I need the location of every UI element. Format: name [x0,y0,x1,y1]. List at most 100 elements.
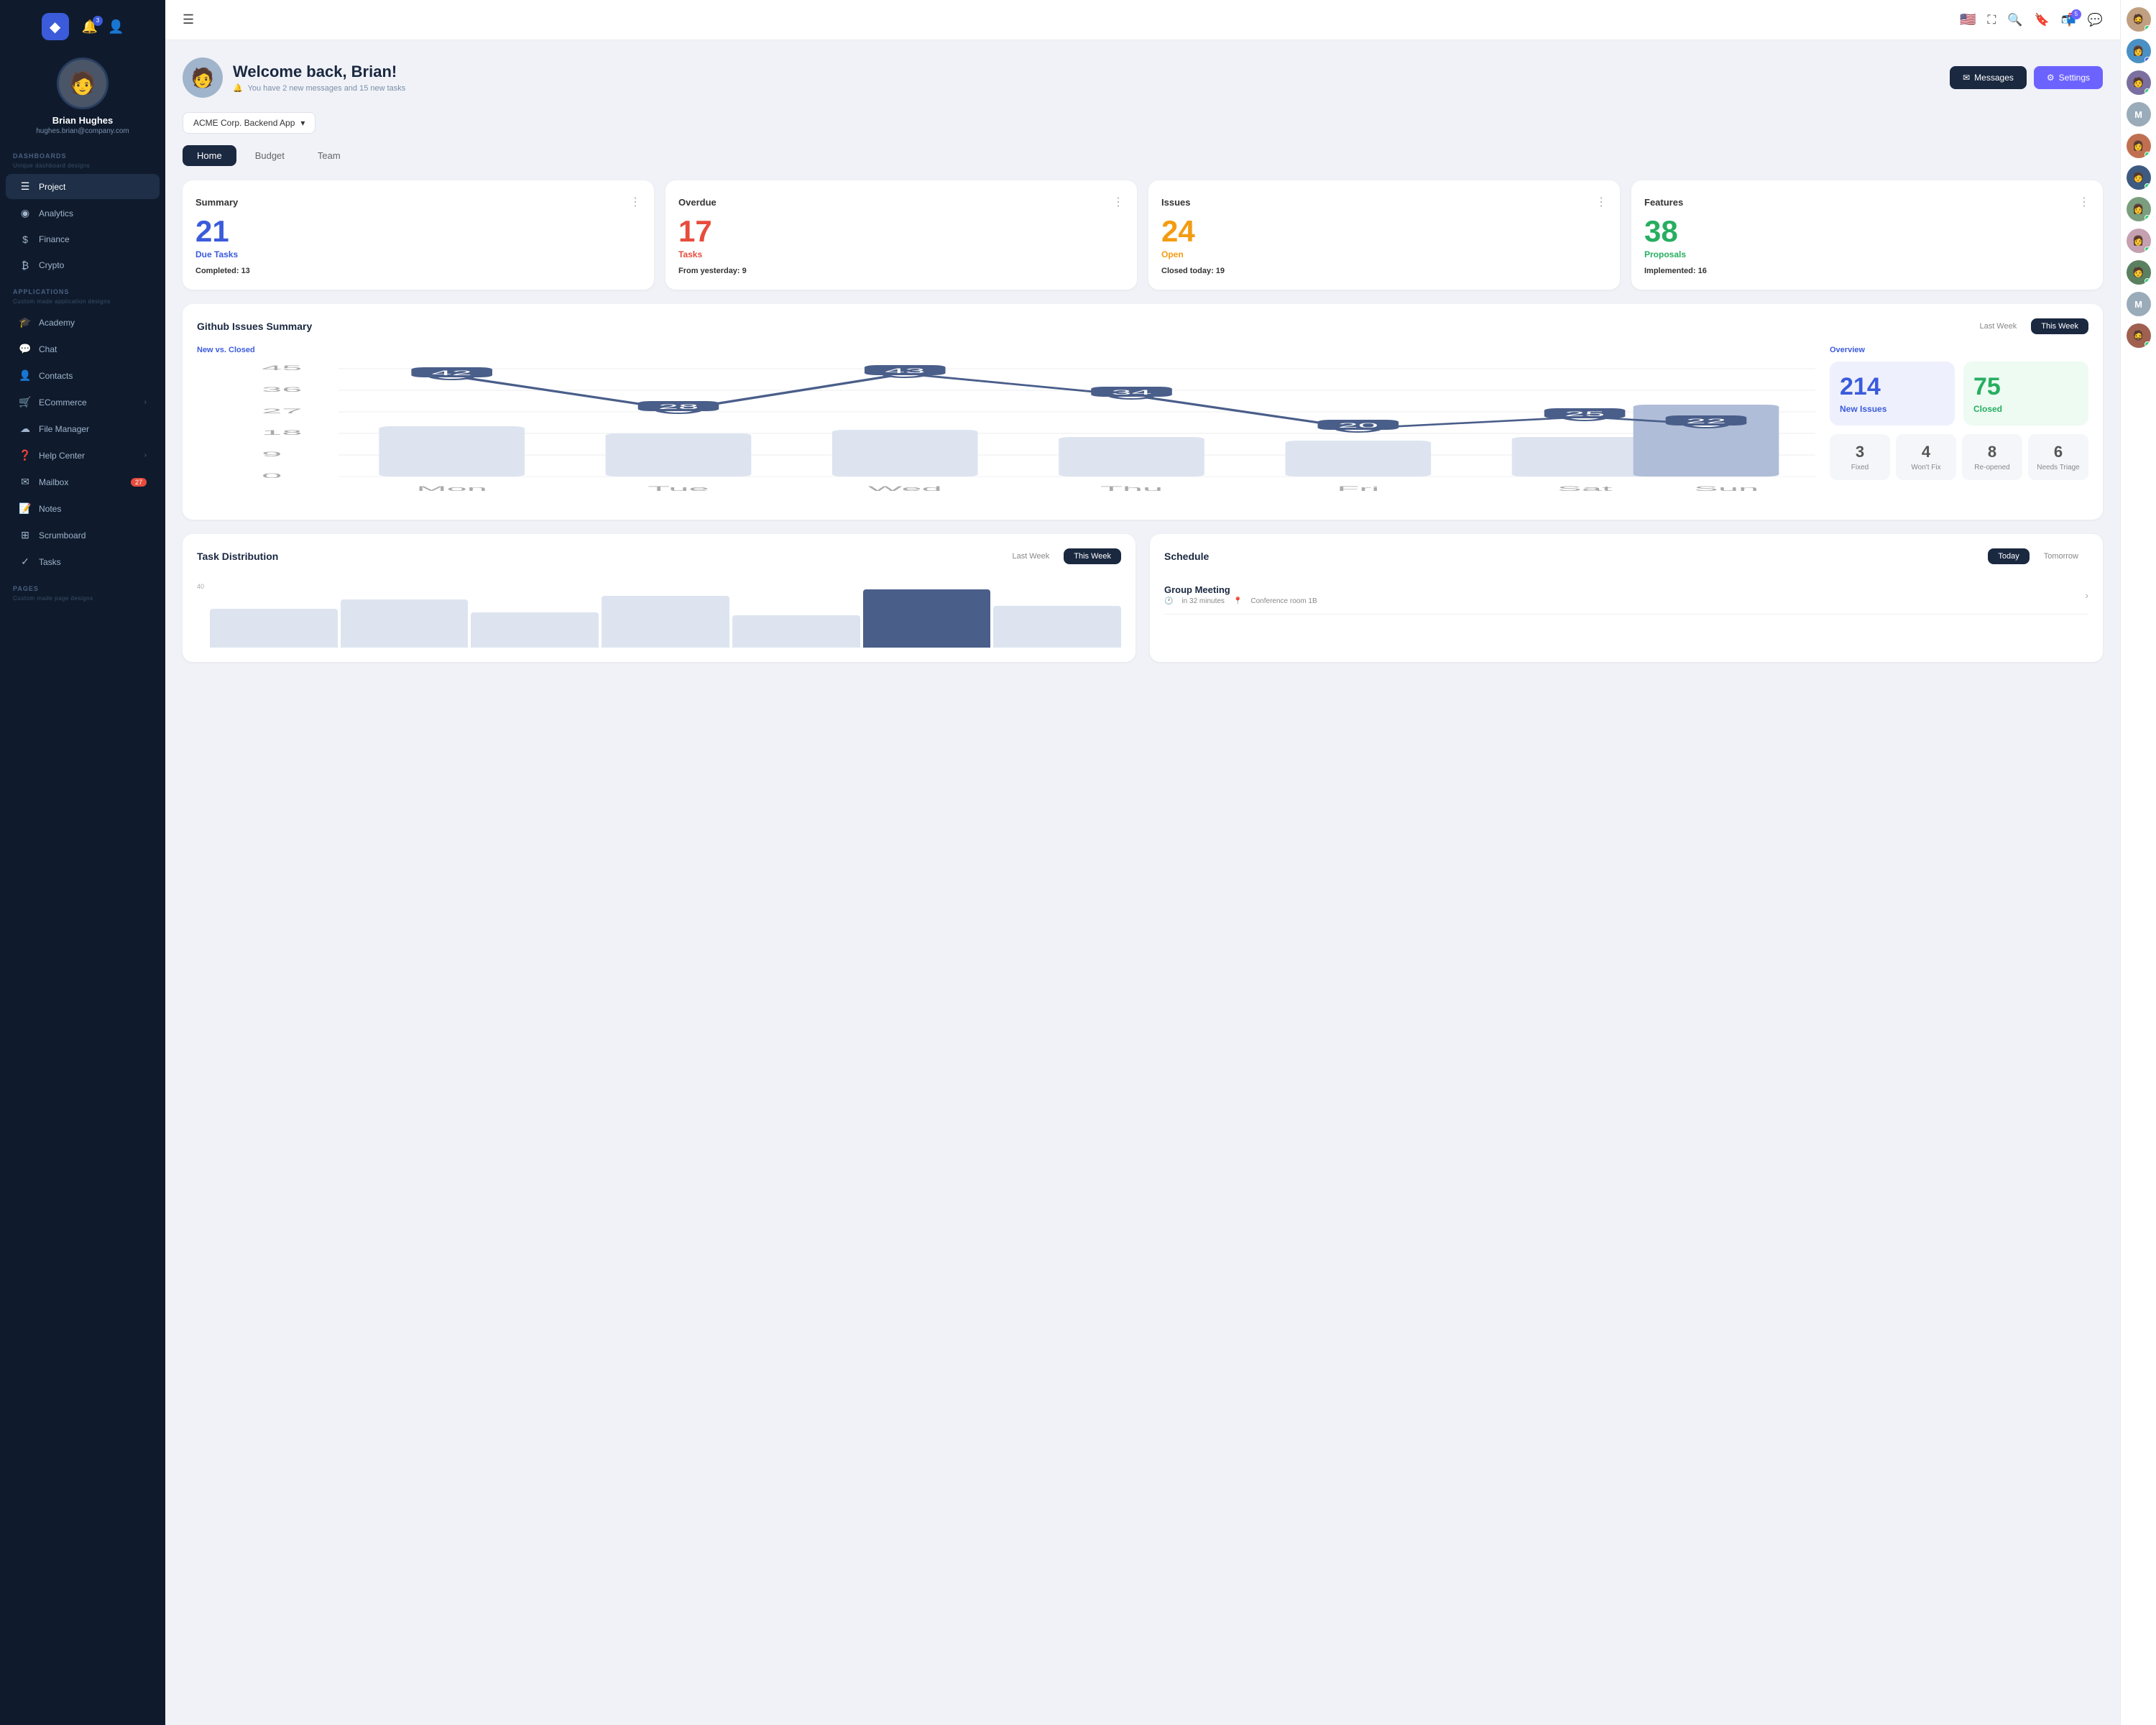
right-avatar-7[interactable]: 👩 [2127,229,2151,253]
schedule-item-meta: 🕐 in 32 minutes 📍 Conference room 1B [1164,597,1317,605]
overview-big-row: 214 New Issues 75 Closed [1830,362,2088,426]
sidebar-item-mailbox[interactable]: ✉ Mailbox 27 [6,469,160,494]
sidebar-item-project[interactable]: ☰ Project [6,174,160,199]
sidebar-item-label: Analytics [39,208,73,218]
schedule-item-arrow[interactable]: › [2085,589,2088,601]
contacts-icon: 👤 [19,369,32,382]
task-dist-title: Task Distribution [197,551,278,562]
sidebar-item-ecommerce[interactable]: 🛒 ECommerce › [6,390,160,415]
sidebar-item-label: Finance [39,234,70,244]
right-avatar-0[interactable]: 🧔 [2127,7,2151,32]
user-circle-icon[interactable]: 👤 [108,19,124,34]
pages-section-label: PAGES [0,575,165,595]
sidebar-user-avatar: 🧑 [57,58,109,109]
right-avatar-6[interactable]: 👩 [2127,197,2151,221]
schedule-toggle: Today Tomorrow [1988,548,2088,564]
avatar-status-2 [2145,88,2150,94]
sidebar-item-tasks[interactable]: ✓ Tasks [6,549,160,574]
settings-button[interactable]: ⚙ Settings [2034,66,2103,89]
issues-card-menu[interactable]: ⋮ [1595,195,1607,209]
right-sidebar: 🧔 👩 🧑 M 👩 🧑 👩 👩 🧑 M 🧔 [2120,0,2156,1725]
project-selector[interactable]: ACME Corp. Backend App ▾ [183,112,315,134]
right-avatar-9[interactable]: M [2127,292,2151,316]
schedule-item: Group Meeting 🕐 in 32 minutes 📍 Conferen… [1164,576,2088,615]
avatar-status-6 [2145,215,2150,221]
github-this-week-btn[interactable]: This Week [2031,318,2088,334]
help-center-expand-icon: › [144,451,147,459]
sidebar-item-label: Tasks [39,557,61,567]
sidebar-item-file-manager[interactable]: ☁ File Manager [6,416,160,441]
clock-icon: 🕐 [1164,597,1173,605]
flag-icon[interactable]: 🇺🇸 [1960,12,1976,27]
issues-card-footer: Closed today: 19 [1161,267,1607,275]
svg-text:18: 18 [262,429,302,436]
messages-button[interactable]: ✉ Messages [1950,66,2027,89]
task-dist-last-week-btn[interactable]: Last Week [1002,548,1059,564]
summary-card-menu[interactable]: ⋮ [630,195,641,209]
closed-label: Closed [1973,404,2078,414]
sidebar-top-icons: 🔔 3 👤 [82,19,124,34]
svg-text:22: 22 [1686,418,1726,425]
sidebar-item-crypto[interactable]: ₿ Crypto [6,253,160,277]
features-card-menu[interactable]: ⋮ [2078,195,2090,209]
project-selector-label: ACME Corp. Backend App [193,118,295,128]
sidebar-item-scrumboard[interactable]: ⊞ Scrumboard [6,523,160,548]
search-icon[interactable]: 🔍 [2007,13,2022,27]
sidebar-item-academy[interactable]: 🎓 Academy [6,310,160,335]
sidebar-item-notes[interactable]: 📝 Notes [6,496,160,521]
overdue-card-menu[interactable]: ⋮ [1112,195,1124,209]
sidebar-item-label: Notes [39,504,61,514]
welcome-title: Welcome back, Brian! [233,63,405,81]
right-avatar-3[interactable]: M [2127,102,2151,126]
sidebar-item-contacts[interactable]: 👤 Contacts [6,363,160,388]
issues-card-title: Issues [1161,197,1190,208]
right-avatar-10[interactable]: 🧔 [2127,323,2151,348]
right-avatar-5[interactable]: 🧑 [2127,165,2151,190]
github-chart-area: New vs. Closed 45 36 27 18 9 0 [197,346,1815,505]
svg-text:28: 28 [658,403,699,410]
tab-budget[interactable]: Budget [241,145,299,166]
welcome-text: Welcome back, Brian! 🔔 You have 2 new me… [233,63,405,93]
task-dist-this-week-btn[interactable]: This Week [1064,548,1121,564]
overdue-card-title: Overdue [678,197,717,208]
sidebar-item-label: Academy [39,318,75,328]
stat-card-features: Features ⋮ 38 Proposals Implemented: 16 [1631,180,2103,290]
new-issues-label: New Issues [1840,404,1945,414]
sidebar-username: Brian Hughes [52,115,114,126]
right-avatar-4[interactable]: 👩 [2127,134,2151,158]
sidebar-item-chat[interactable]: 💬 Chat [6,336,160,362]
right-avatar-2[interactable]: 🧑 [2127,70,2151,95]
tab-home[interactable]: Home [183,145,236,166]
bookmark-icon[interactable]: 🔖 [2034,13,2049,27]
mailbox-badge: 27 [131,478,147,487]
avatar-status-5 [2145,183,2150,189]
summary-card-title: Summary [195,197,238,208]
svg-text:Sat: Sat [1557,485,1612,492]
chevron-down-icon: ▾ [300,118,305,128]
summary-card-footer: Completed: 13 [195,267,641,275]
chat-topbar-icon[interactable]: 💬 [2088,13,2103,27]
sidebar-item-finance[interactable]: $ Finance [6,227,160,252]
schedule-today-btn[interactable]: Today [1988,548,2029,564]
needs-triage-label: Needs Triage [2035,464,2081,472]
schedule-tomorrow-btn[interactable]: Tomorrow [2034,548,2088,564]
sidebar-top: ◆ 🔔 3 👤 [0,0,165,47]
right-avatar-1[interactable]: 👩 [2127,39,2151,63]
stat-card-summary: Summary ⋮ 21 Due Tasks Completed: 13 [183,180,654,290]
sidebar: ◆ 🔔 3 👤 🧑 Brian Hughes hughes.brian@comp… [0,0,165,1725]
tab-team[interactable]: Team [303,145,355,166]
fixed-card: 3 Fixed [1830,434,1890,480]
new-issues-card: 214 New Issues [1830,362,1955,426]
github-last-week-btn[interactable]: Last Week [1969,318,2027,334]
sidebar-user-section: 🧑 Brian Hughes hughes.brian@company.com [0,47,165,142]
sidebar-item-help-center[interactable]: ❓ Help Center › [6,443,160,468]
svg-text:Wed: Wed [868,485,942,492]
tabs: Home Budget Team [183,145,2103,166]
sidebar-logo[interactable]: ◆ [42,13,69,40]
right-avatar-8[interactable]: 🧑 [2127,260,2151,285]
sidebar-item-analytics[interactable]: ◉ Analytics [6,201,160,226]
github-week-toggle: Last Week This Week [1969,318,2088,334]
applications-section-sublabel: Custom made application designs [0,298,165,309]
hamburger-icon[interactable]: ☰ [183,12,194,27]
fullscreen-icon[interactable]: ⛶ [1987,13,1996,27]
